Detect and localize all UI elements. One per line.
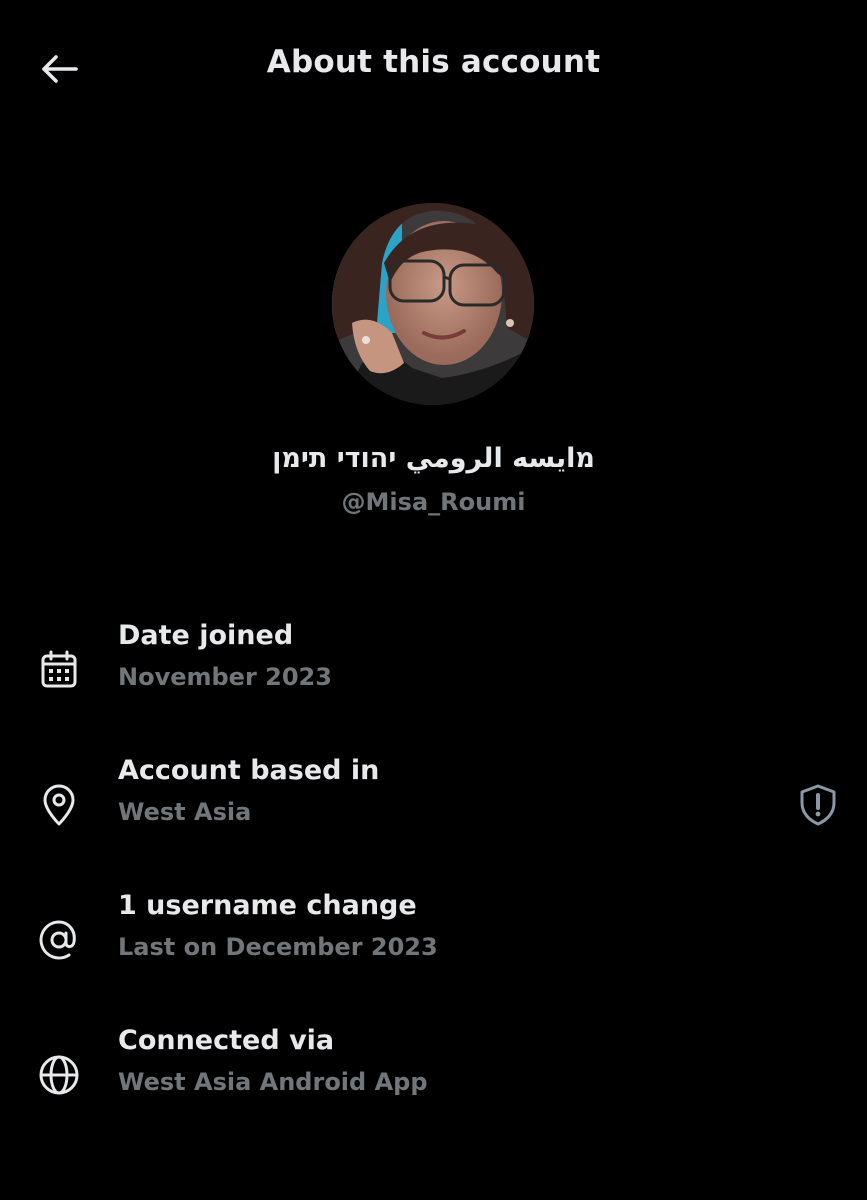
location-pin-icon (43, 784, 75, 826)
shield-alert-icon (800, 784, 836, 826)
top-bar: About this account (0, 0, 867, 136)
info-subtitle: West Asia (118, 798, 252, 826)
account-location-info-button[interactable] (790, 755, 846, 855)
info-title: Connected via (118, 1025, 335, 1056)
info-row-connected-via: Connected via West Asia Android App (0, 1025, 867, 1125)
info-subtitle: Last on December 2023 (118, 933, 438, 961)
display-name: מايسه الرومي יהודי תימן (272, 443, 595, 474)
at-sign-icon (39, 920, 76, 960)
username-handle: @Misa_Roumi (341, 488, 526, 516)
info-subtitle: West Asia Android App (118, 1068, 428, 1096)
info-title: Date joined (118, 620, 294, 651)
info-row-account-based-in: Account based in West Asia (0, 755, 867, 855)
info-row-date-joined: Date joined November 2023 (0, 620, 867, 720)
info-title: 1 username change (118, 890, 417, 921)
globe-icon (39, 1055, 79, 1095)
page-title: About this account (266, 44, 601, 80)
info-row-username-change: 1 username change Last on December 2023 (0, 890, 867, 990)
profile-photo (332, 203, 534, 405)
calendar-icon (41, 650, 77, 688)
avatar[interactable] (332, 203, 534, 405)
info-title: Account based in (118, 755, 380, 786)
info-subtitle: November 2023 (118, 663, 332, 691)
